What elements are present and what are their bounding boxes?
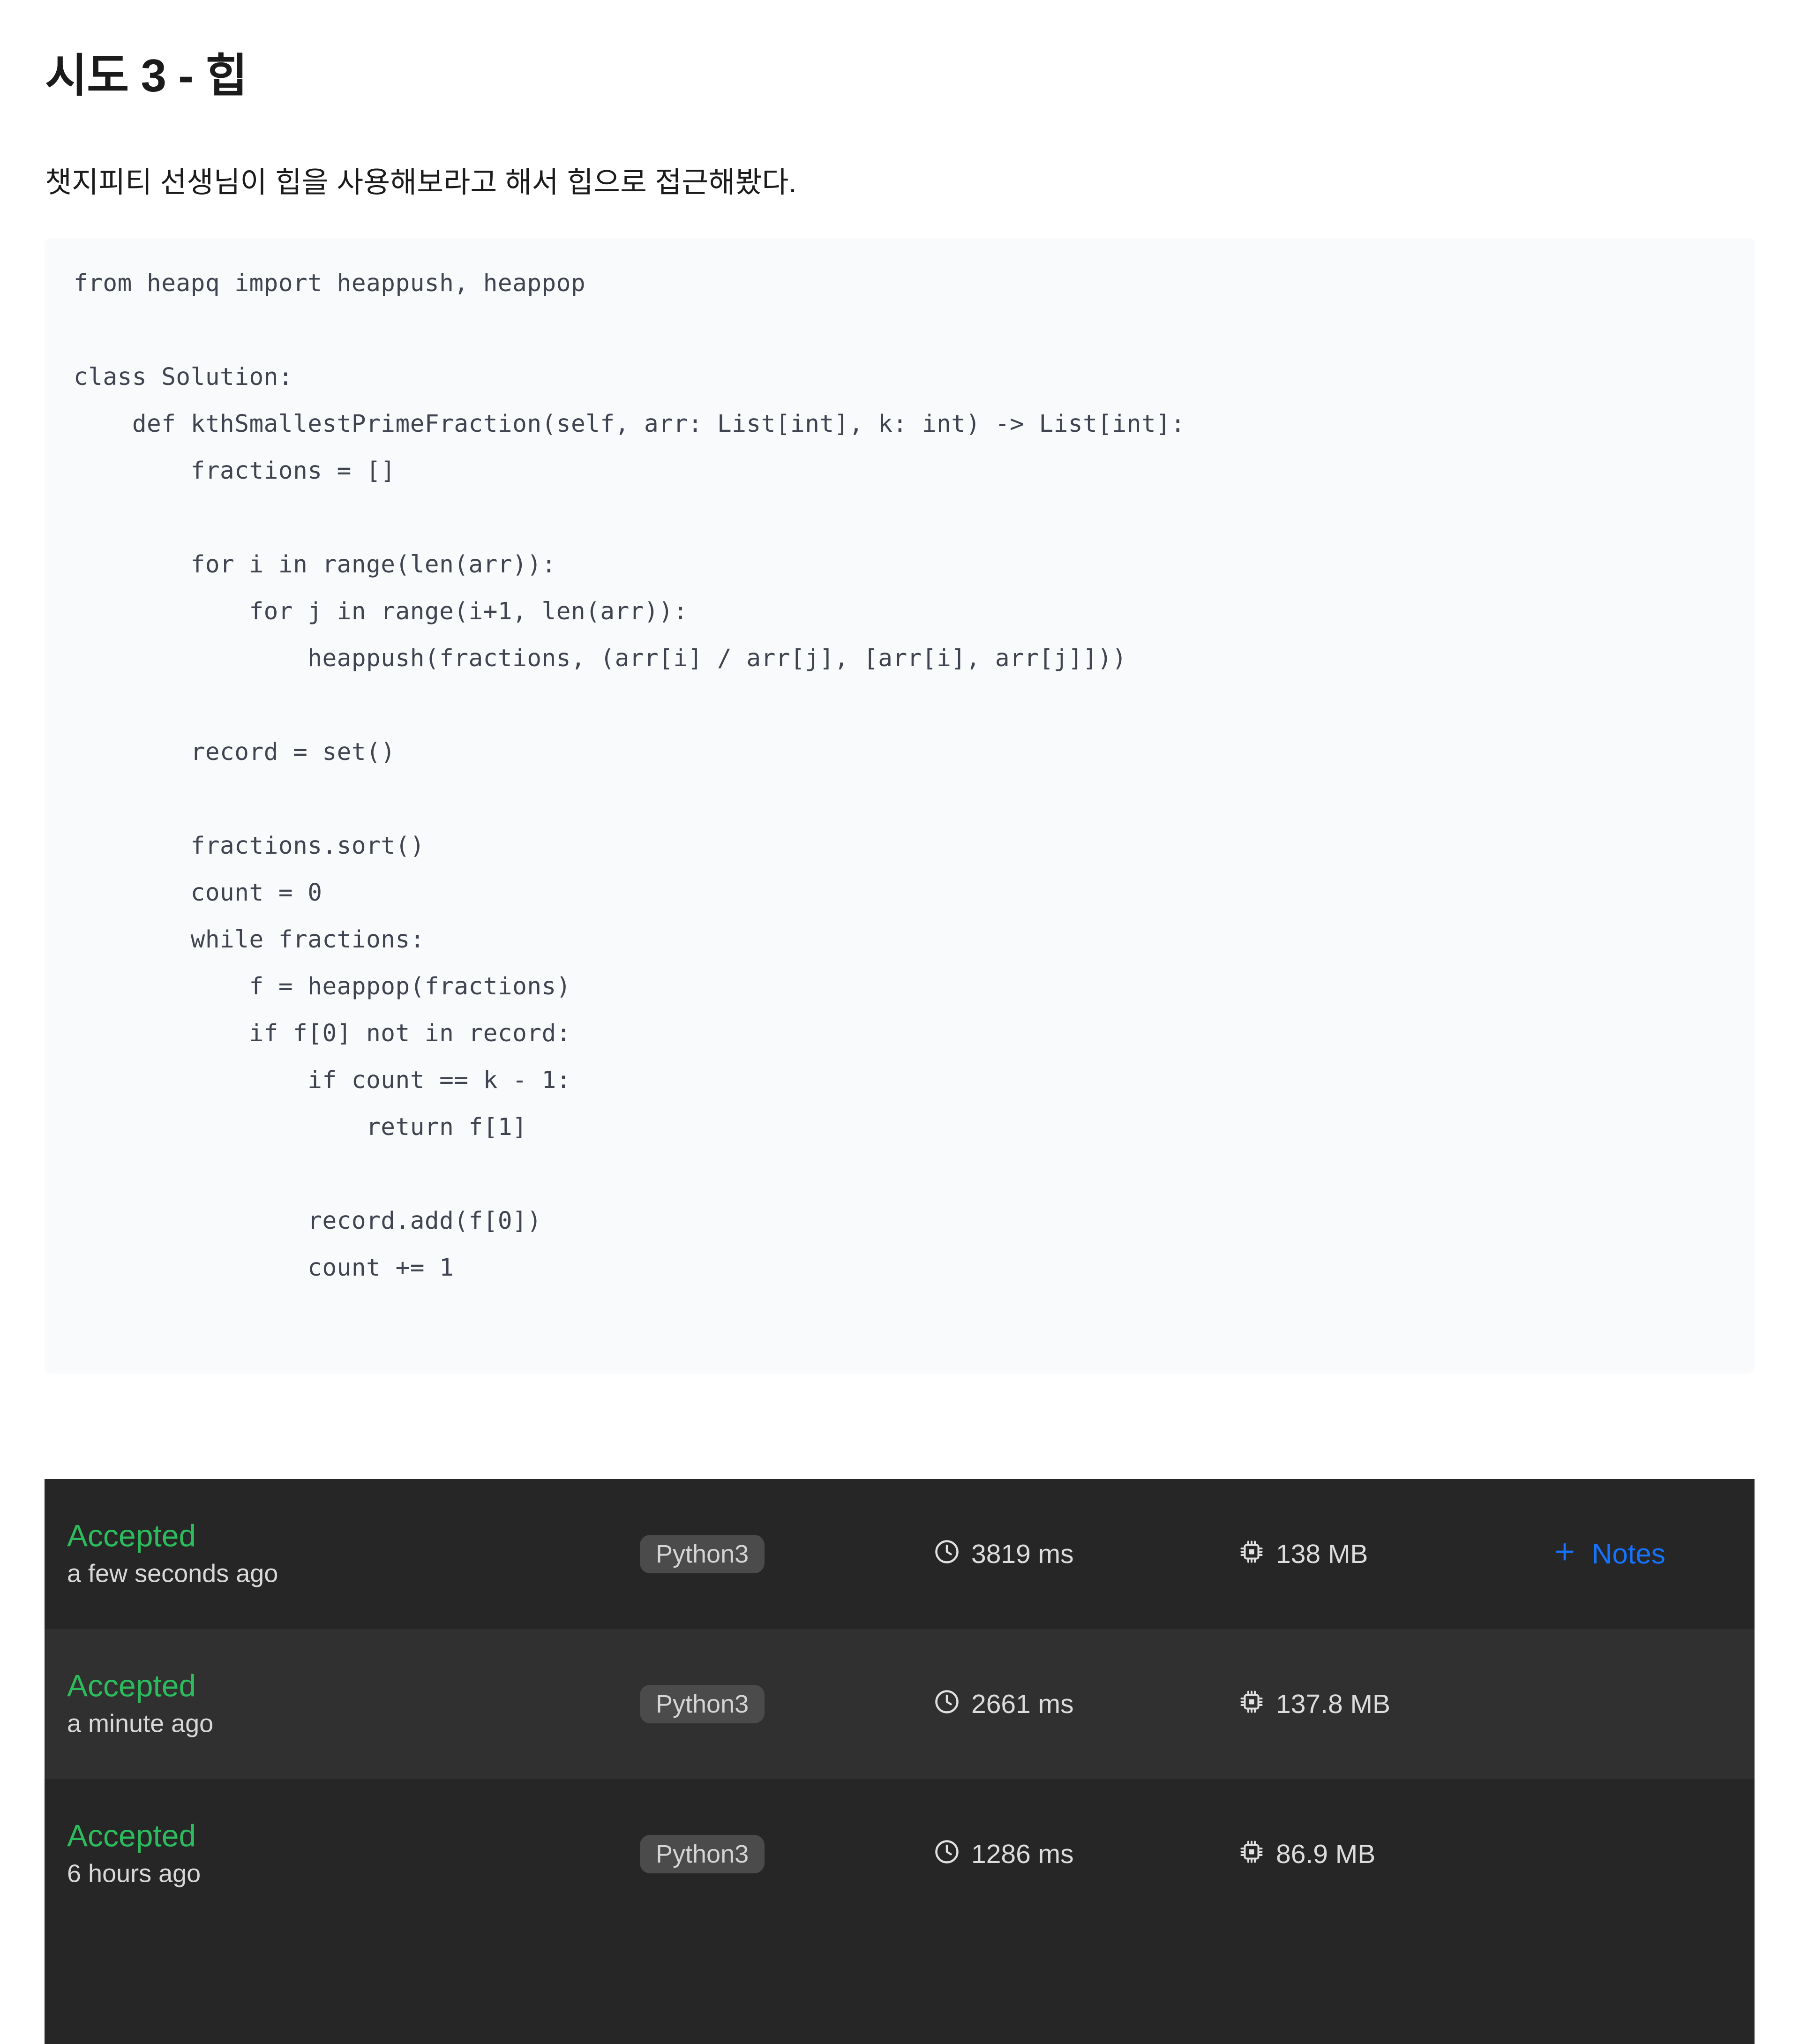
memory-value: 137.8 MB: [1276, 1689, 1390, 1719]
status-badge: Accepted: [67, 1668, 196, 1703]
code-content: from heapq import heappush, heappop clas…: [74, 260, 1745, 1292]
runtime-metric: 1286 ms: [933, 1838, 1074, 1871]
clock-icon: [933, 1538, 961, 1571]
code-line: def kthSmallestPrimeFraction(self, arr: …: [74, 410, 1185, 438]
status-badge: Accepted: [67, 1818, 196, 1853]
clock-icon: [933, 1688, 961, 1721]
memory-value: 86.9 MB: [1276, 1839, 1376, 1869]
memory-value: 138 MB: [1276, 1539, 1368, 1569]
code-line: from heapq import heappush, heappop: [74, 270, 586, 297]
code-line: heappush(fractions, (arr[i] / arr[j], [a…: [74, 645, 1127, 672]
code-line: if f[0] not in record:: [74, 1020, 571, 1047]
code-line: record.add(f[0]): [74, 1207, 542, 1235]
submission-status-cell[interactable]: Accepted a minute ago: [67, 1668, 213, 1739]
page-title: 시도 3 - 힙: [45, 49, 248, 101]
runtime-value: 2661 ms: [971, 1689, 1074, 1719]
code-line: fractions.sort(): [74, 832, 425, 860]
code-line: fractions = []: [74, 457, 396, 485]
language-badge: Python3: [640, 1685, 765, 1723]
code-line: count = 0: [74, 879, 322, 907]
submission-row[interactable]: Accepted a minute ago Python3 2661 ms 137.8 …: [45, 1629, 1755, 1779]
chip-icon: [1238, 1538, 1266, 1571]
add-notes-button[interactable]: Notes: [1552, 1539, 1665, 1570]
language-badge: Python3: [640, 1835, 765, 1873]
submission-row[interactable]: Accepted a few seconds ago Python3 3819 ms 1…: [45, 1479, 1755, 1629]
submissions-panel: Accepted a few seconds ago Python3 3819 ms 1…: [45, 1479, 1755, 2044]
notes-label: Notes: [1592, 1538, 1665, 1570]
chip-icon: [1238, 1688, 1266, 1721]
runtime-value: 1286 ms: [971, 1839, 1074, 1869]
code-line: while fractions:: [74, 926, 425, 954]
code-line: record = set(): [74, 738, 396, 766]
submission-timestamp: a few seconds ago: [67, 1559, 278, 1588]
code-line: for j in range(i+1, len(arr)):: [74, 598, 688, 625]
submission-status-cell[interactable]: Accepted a few seconds ago: [67, 1518, 278, 1589]
submission-timestamp: a minute ago: [67, 1709, 214, 1738]
page-root: 시도 3 - 힙 챗지피티 선생님이 힙을 사용해보라고 해서 힙으로 접근해봤…: [0, 0, 1800, 2044]
submission-timestamp: 6 hours ago: [67, 1859, 201, 1888]
plus-icon: [1552, 1539, 1578, 1570]
memory-metric: 137.8 MB: [1238, 1688, 1390, 1721]
runtime-metric: 2661 ms: [933, 1688, 1074, 1721]
code-line: count += 1: [74, 1254, 454, 1282]
chip-icon: [1238, 1838, 1266, 1871]
code-line: for i in range(len(arr)):: [74, 551, 556, 579]
code-line: return f[1]: [74, 1113, 527, 1141]
memory-metric: 86.9 MB: [1238, 1838, 1375, 1871]
runtime-metric: 3819 ms: [933, 1538, 1074, 1571]
runtime-value: 3819 ms: [971, 1539, 1074, 1569]
submission-row[interactable]: Accepted 6 hours ago Python3 1286 ms 86.9 MB: [45, 1779, 1755, 1929]
clock-icon: [933, 1838, 961, 1871]
submission-status-cell[interactable]: Accepted 6 hours ago: [67, 1818, 201, 1889]
intro-paragraph: 챗지피티 선생님이 힙을 사용해보라고 해서 힙으로 접근해봤다.: [45, 166, 797, 199]
code-line: f = heappop(fractions): [74, 973, 571, 1000]
code-line: class Solution:: [74, 363, 293, 391]
status-badge: Accepted: [67, 1518, 196, 1553]
code-block: from heapq import heappush, heappop clas…: [45, 238, 1755, 1374]
memory-metric: 138 MB: [1238, 1538, 1368, 1571]
language-badge: Python3: [640, 1535, 765, 1573]
code-line: if count == k - 1:: [74, 1067, 571, 1094]
